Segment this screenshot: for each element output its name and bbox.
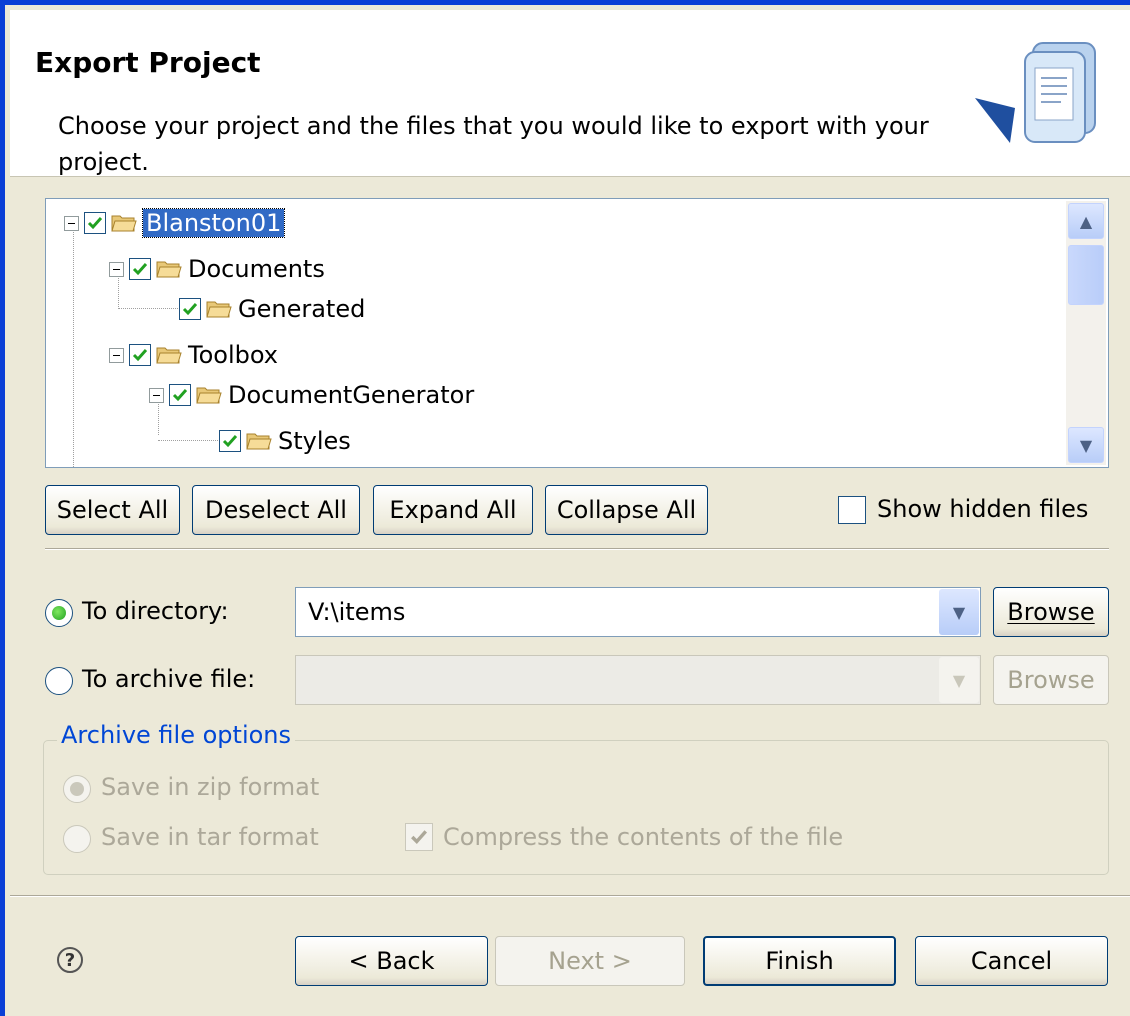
deselect-all-button[interactable]: Deselect All	[192, 485, 360, 535]
collapse-all-button[interactable]: Collapse All	[545, 485, 708, 535]
checkmark-icon	[222, 435, 238, 448]
page-description: Choose your project and the files that y…	[58, 112, 929, 176]
tree-guide	[158, 440, 218, 441]
tree-item[interactable]: DocumentGenerator	[149, 375, 474, 415]
to-archive-label: To archive file:	[82, 665, 256, 693]
browse-button[interactable]: Browse	[993, 587, 1109, 637]
project-tree[interactable]: Blanston01 Documents Generated Toolbox D…	[45, 198, 1109, 468]
page-title: Export Project	[35, 46, 261, 79]
tree-scrollbar[interactable]: ▲ ▼	[1066, 201, 1106, 465]
tar-format-label: Save in tar format	[101, 823, 319, 851]
directory-value: V:\items	[308, 598, 406, 626]
tree-item-label: DocumentGenerator	[228, 381, 475, 409]
export-wizard-icon	[975, 42, 1096, 143]
dropdown-button[interactable]: ▼	[939, 657, 979, 703]
to-archive-radio[interactable]	[45, 667, 73, 695]
tree-item-label: Documents	[188, 255, 325, 283]
archive-combo[interactable]: ▼	[295, 655, 981, 705]
folder-open-icon	[196, 387, 222, 404]
tree-checkbox[interactable]	[179, 298, 201, 320]
tree-guide	[118, 308, 178, 309]
collapse-icon[interactable]	[109, 347, 124, 363]
tree-item[interactable]: Styles	[219, 421, 351, 461]
to-directory-radio[interactable]	[45, 599, 73, 627]
collapse-icon[interactable]	[64, 215, 79, 231]
checkmark-icon	[172, 389, 188, 402]
cancel-button[interactable]: Cancel	[915, 936, 1108, 986]
compress-label: Compress the contents of the file	[443, 823, 844, 851]
wizard-header: Export Project Choose your project and t…	[10, 10, 1130, 177]
tree-item[interactable]: Documents	[109, 249, 325, 289]
divider	[45, 548, 1109, 550]
show-hidden-checkbox[interactable]	[838, 496, 866, 524]
checkmark-icon	[132, 349, 148, 362]
scroll-down-button[interactable]: ▼	[1068, 427, 1104, 463]
show-hidden-label: Show hidden files	[877, 495, 1089, 523]
checkmark-icon	[87, 217, 103, 230]
archive-options-title: Archive file options	[57, 721, 296, 749]
next-button[interactable]: Next >	[495, 936, 685, 986]
chevron-up-icon: ▲	[1079, 211, 1093, 231]
browse-label: Browse	[1007, 598, 1095, 626]
scroll-up-button[interactable]: ▲	[1068, 203, 1104, 239]
tree-checkbox[interactable]	[169, 384, 191, 406]
tree-item-label: Blanston01	[141, 208, 286, 238]
browse-label: Browse	[1007, 666, 1095, 694]
directory-combo[interactable]: V:\items ▼	[295, 587, 981, 637]
tree-item-label: Toolbox	[188, 341, 278, 369]
archive-options-group	[43, 740, 1109, 875]
dropdown-button[interactable]: ▼	[939, 589, 979, 635]
zip-format-label: Save in zip format	[101, 773, 320, 801]
tree-item[interactable]: Blanston01	[64, 203, 286, 243]
chevron-down-icon: ▼	[952, 670, 966, 690]
tree-item-label: Styles	[278, 427, 351, 455]
to-directory-label: To directory:	[82, 597, 229, 625]
zip-format-radio[interactable]	[63, 775, 91, 803]
tree-guide	[73, 229, 74, 467]
chevron-down-icon: ▼	[1079, 435, 1093, 455]
archive-browse-button[interactable]: Browse	[993, 655, 1109, 705]
expand-all-button[interactable]: Expand All	[373, 485, 533, 535]
folder-open-icon	[156, 347, 182, 364]
dialog-window: Export Project Choose your project and t…	[0, 0, 1130, 1016]
tree-checkbox[interactable]	[129, 344, 151, 366]
scroll-thumb[interactable]	[1068, 245, 1104, 305]
tree-item-label: Generated	[238, 295, 366, 323]
checkmark-icon	[411, 830, 428, 844]
tar-format-radio[interactable]	[63, 825, 91, 853]
checkmark-icon	[182, 303, 198, 316]
checkmark-icon	[132, 263, 148, 276]
folder-open-icon	[206, 301, 232, 318]
compress-checkbox[interactable]	[405, 823, 433, 851]
finish-button[interactable]: Finish	[703, 936, 896, 986]
help-icon[interactable]: ?	[57, 947, 83, 973]
folder-open-icon	[246, 433, 272, 450]
tree-checkbox[interactable]	[129, 258, 151, 280]
tree-item[interactable]: Toolbox	[109, 335, 278, 375]
folder-open-icon	[156, 261, 182, 278]
collapse-icon[interactable]	[109, 261, 124, 277]
tree-item[interactable]: Generated	[179, 289, 365, 329]
tree-checkbox[interactable]	[219, 430, 241, 452]
tree-checkbox[interactable]	[84, 212, 106, 234]
divider	[10, 895, 1130, 897]
chevron-down-icon: ▼	[952, 602, 966, 622]
back-button[interactable]: < Back	[295, 936, 488, 986]
folder-open-icon	[111, 215, 137, 232]
select-all-button[interactable]: Select All	[45, 485, 180, 535]
collapse-icon[interactable]	[149, 387, 164, 403]
